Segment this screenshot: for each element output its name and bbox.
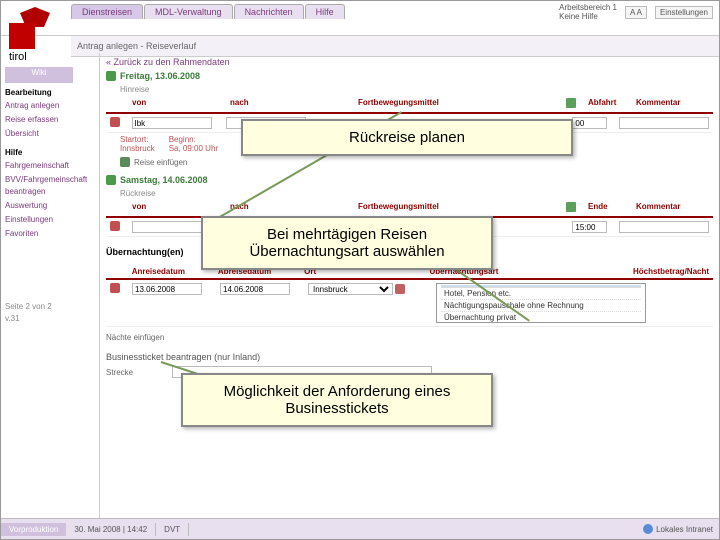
anreise-input[interactable]: [132, 283, 202, 295]
add-hinreise[interactable]: Reise einfügen: [120, 157, 713, 167]
sidebar-item-einst[interactable]: Einstellungen: [5, 213, 95, 227]
sidebar-item-reise[interactable]: Reise erfassen: [5, 113, 95, 127]
abreise-input[interactable]: [220, 283, 290, 295]
tab-nachrichten[interactable]: Nachrichten: [234, 4, 304, 19]
row0-komm-input[interactable]: [619, 117, 709, 129]
day2-date: Samstag, 14.06.2008: [120, 175, 208, 185]
hinreise-table-header: von nach Fortbewegungsmittel Abfahrt Kom…: [106, 96, 713, 114]
sidebar-item-fav[interactable]: Favoriten: [5, 227, 95, 241]
calendar-icon: [106, 71, 116, 81]
page-icon: [566, 98, 576, 108]
sidebar-footnote: Seite 2 von 2 v.31: [5, 301, 95, 325]
ort-select[interactable]: Innsbruck: [308, 283, 393, 295]
beginn-info: Beginn: Sa, 09:00 Uhr: [169, 135, 218, 153]
tab-mdl[interactable]: MDL-Verwaltung: [144, 4, 233, 19]
footer: Vorproduktion 30. Mai 2008 | 14:42 DVT L…: [1, 518, 719, 539]
day1-header: Freitag, 13.06.2008: [106, 71, 713, 81]
logo-square: [9, 23, 35, 49]
app-window: tirol Dienstreisen MDL-Verwaltung Nachri…: [0, 0, 720, 540]
plus-icon: [120, 157, 130, 167]
tirol-logo: tirol: [5, 5, 65, 65]
col-fort: Fortbewegungsmittel: [354, 96, 562, 112]
sidebar-item-fahrg[interactable]: Fahrgemeinschaft: [5, 159, 95, 173]
businessticket-title: Businessticket beantragen (nur Inland): [106, 352, 713, 362]
logo-text: tirol: [9, 51, 27, 63]
col-ende: Ende: [584, 200, 632, 216]
delete-icon[interactable]: [110, 283, 120, 293]
col-fort: Fortbewegungsmittel: [354, 200, 562, 216]
row1-komm-input[interactable]: [619, 221, 709, 233]
col-hoechstbetrag: Höchstbetrag/Nacht: [629, 265, 713, 278]
col-kommentar: Kommentar: [632, 200, 713, 216]
tab-dienstreisen[interactable]: Dienstreisen: [71, 4, 143, 19]
rueckreise-label: Rückreise: [120, 189, 713, 198]
day1-date: Freitag, 13.06.2008: [120, 71, 200, 81]
add-hinreise-label: Reise einfügen: [134, 158, 187, 167]
footer-date: 30. Mai 2008 | 14:42: [66, 523, 156, 536]
accessibility-box[interactable]: A A: [625, 6, 647, 19]
top-right-controls: Arbeitsbereich 1 Keine Hilfe A A Einstel…: [559, 3, 713, 21]
sidebar: Bearbeitung Antrag anlegen Reise erfasse…: [1, 53, 100, 519]
sidebar-item-auswertung[interactable]: Auswertung: [5, 199, 95, 213]
hinreise-label: Hinreise: [120, 85, 713, 94]
col-kommentar: Kommentar: [632, 96, 713, 112]
callout-businessticket: Möglichkeit der Anforderung eines Busine…: [181, 373, 493, 427]
callout-rueckreise: Rückreise planen: [241, 119, 573, 156]
globe-icon: [643, 524, 653, 534]
row0-von-input[interactable]: [132, 117, 212, 129]
add-nights[interactable]: Nächte einfügen: [106, 333, 653, 342]
uart-listbox[interactable]: Hotel, Pension etc. Nächtigungspauschale…: [436, 283, 646, 323]
col-nach: nach: [226, 96, 354, 112]
delete-icon[interactable]: [110, 221, 120, 231]
sidebar-header-0: Bearbeitung: [5, 87, 95, 99]
row1-von-input[interactable]: [132, 221, 212, 233]
topbar: Dienstreisen MDL-Verwaltung Nachrichten …: [1, 1, 719, 36]
sidebar-header-1: Hilfe: [5, 147, 95, 159]
startort-info: Startort: Innsbruck: [120, 135, 155, 153]
calendar-icon: [106, 175, 116, 185]
page-icon: [566, 202, 576, 212]
row1-time-input[interactable]: [572, 221, 607, 233]
sidebar-item-bvv[interactable]: BVV/Fahrgemeinschaft beantragen: [5, 173, 95, 199]
col-von: von: [128, 96, 226, 112]
row0-time-input[interactable]: [572, 117, 607, 129]
back-link[interactable]: « Zurück zu den Rahmendaten: [106, 57, 713, 67]
ort-lookup-icon[interactable]: [395, 284, 405, 294]
workspace-label: Arbeitsbereich 1 Keine Hilfe: [559, 3, 617, 21]
callout-uebernachtung: Bei mehrtägigen Reisen Übernachtungsart …: [201, 216, 493, 270]
delete-icon[interactable]: [110, 117, 120, 127]
tab-hilfe[interactable]: Hilfe: [305, 4, 345, 19]
day2-header: Samstag, 14.06.2008: [106, 175, 713, 185]
main-tabs: Dienstreisen MDL-Verwaltung Nachrichten …: [71, 1, 346, 19]
overnight-row-0: Innsbruck Hotel, Pension etc. Nächtigung…: [106, 280, 713, 327]
footer-env: Vorproduktion: [1, 523, 66, 536]
biz-strecke-label: Strecke: [106, 368, 166, 377]
settings-link[interactable]: Einstellungen: [655, 6, 713, 19]
sidebar-item-antrag[interactable]: Antrag anlegen: [5, 99, 95, 113]
col-abfahrt: Abfahrt: [584, 96, 632, 112]
footer-intranet: Lokales Intranet: [637, 522, 719, 536]
col-von: von: [128, 200, 226, 216]
sidebar-item-uebersicht[interactable]: Übersicht: [5, 127, 95, 141]
footer-dvt: DVT: [156, 523, 189, 536]
